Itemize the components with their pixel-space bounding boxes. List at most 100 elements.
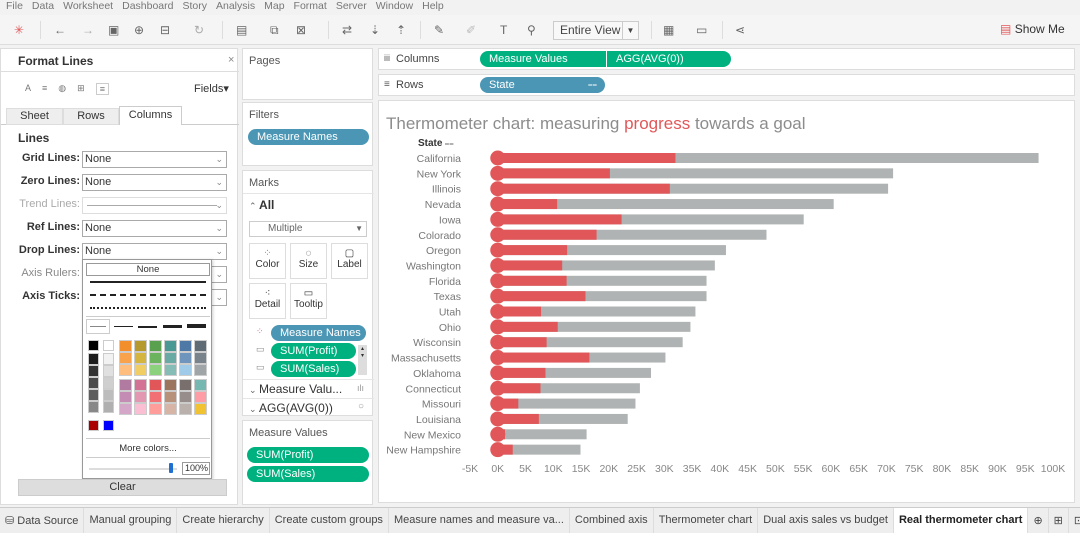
refresh-icon[interactable]: ↻: [194, 23, 204, 37]
more-colors-link[interactable]: More colors...: [83, 443, 213, 454]
color-swatch[interactable]: [103, 340, 114, 351]
bulb-circle[interactable]: [490, 227, 506, 243]
menu-server[interactable]: Server: [336, 0, 367, 13]
new-worksheet-icon[interactable]: ▤: [236, 23, 247, 37]
tableau-logo-icon[interactable]: ✳: [14, 23, 24, 37]
sheet-tab[interactable]: Create hierarchy: [177, 508, 270, 533]
color-swatch[interactable]: [194, 352, 207, 364]
tooltip-card[interactable]: ▭ Tooltip: [290, 283, 327, 319]
color-swatch[interactable]: [179, 403, 192, 415]
color-swatch[interactable]: [134, 403, 147, 415]
sheet-tab[interactable]: Dual axis sales vs budget: [758, 508, 894, 533]
measure-values-pill-profit[interactable]: SUM(Profit): [247, 447, 369, 463]
color-swatch[interactable]: [194, 364, 207, 376]
new-dashboard-icon[interactable]: ⊞: [1049, 508, 1069, 533]
color-swatch[interactable]: [134, 352, 147, 364]
color-swatch[interactable]: [103, 389, 114, 401]
marks-all-toggle[interactable]: ⌃ All: [249, 198, 274, 212]
color-swatch[interactable]: [103, 401, 114, 413]
borders-icon[interactable]: ⊞: [77, 83, 85, 95]
profit-bar[interactable]: [497, 245, 568, 256]
font-icon[interactable]: A: [25, 83, 31, 95]
color-swatch[interactable]: [134, 391, 147, 403]
filter-pill-measure-names[interactable]: Measure Names: [248, 129, 369, 145]
color-palette[interactable]: [83, 260, 213, 431]
clear-sheet-icon[interactable]: ⊠: [296, 23, 306, 37]
profit-bar[interactable]: [497, 214, 622, 225]
sales-bar[interactable]: [497, 429, 587, 440]
filters-shelf[interactable]: Filters Measure Names: [242, 102, 373, 166]
color-swatch[interactable]: [179, 379, 192, 391]
bulb-circle[interactable]: [490, 350, 506, 366]
color-swatch[interactable]: [149, 379, 162, 391]
profit-bar[interactable]: [497, 183, 670, 194]
sheet-tab[interactable]: Create custom groups: [270, 508, 389, 533]
columns-pill-agg-avg[interactable]: AGG(AVG(0)): [607, 51, 731, 67]
marks-section-measure-values[interactable]: ⌄ Measure Valu...: [249, 382, 342, 396]
color-swatch[interactable]: [164, 364, 177, 376]
bulb-circle[interactable]: [490, 426, 506, 442]
color-swatch[interactable]: [103, 377, 114, 389]
tab-data-source[interactable]: ⛁ Data Source: [0, 508, 85, 533]
scrollbar[interactable]: ▴ ▾: [358, 345, 367, 375]
opacity-slider[interactable]: [89, 468, 177, 470]
menu-format[interactable]: Format: [294, 0, 327, 13]
menu-worksheet[interactable]: Worksheet: [63, 0, 113, 13]
sheet-tab[interactable]: Manual grouping: [84, 508, 178, 533]
color-swatch[interactable]: [194, 340, 207, 352]
menu-dashboard[interactable]: Dashboard: [122, 0, 173, 13]
color-swatch[interactable]: [194, 379, 207, 391]
redo-icon[interactable]: →: [82, 23, 94, 37]
menu-analysis[interactable]: Analysis: [216, 0, 255, 13]
color-swatch[interactable]: [149, 340, 162, 352]
color-swatch[interactable]: [179, 340, 192, 352]
bulb-circle[interactable]: [490, 196, 506, 212]
bulb-circle[interactable]: [490, 380, 506, 396]
color-swatch[interactable]: [179, 391, 192, 403]
color-swatch[interactable]: [119, 379, 132, 391]
tab-columns[interactable]: Columns: [119, 106, 182, 125]
bulb-circle[interactable]: [490, 365, 506, 381]
undo-icon[interactable]: ←: [54, 23, 66, 37]
grid-lines-select[interactable]: None ⌄: [82, 151, 227, 168]
bulb-circle[interactable]: [490, 165, 506, 181]
sheet-tab-active[interactable]: Real thermometer chart: [893, 508, 1029, 533]
color-swatch[interactable]: [119, 352, 132, 364]
bulb-circle[interactable]: [490, 273, 506, 289]
mark-type-select[interactable]: Multiple ▼: [249, 221, 367, 237]
save-icon[interactable]: ▣: [108, 23, 119, 37]
profit-bar[interactable]: [497, 199, 558, 210]
profit-bar[interactable]: [497, 321, 558, 332]
color-swatch[interactable]: [103, 353, 114, 365]
profit-bar[interactable]: [497, 229, 597, 240]
share-icon[interactable]: ⋖: [735, 23, 745, 37]
color-swatch[interactable]: [88, 420, 99, 431]
color-swatch[interactable]: [149, 352, 162, 364]
measure-values-pill-sales[interactable]: SUM(Sales): [247, 466, 369, 482]
color-swatch[interactable]: [149, 364, 162, 376]
color-swatch[interactable]: [119, 340, 132, 352]
marks-pill-sum-sales[interactable]: SUM(Sales): [271, 361, 356, 377]
bulb-circle[interactable]: [490, 334, 506, 350]
bulb-circle[interactable]: [490, 442, 506, 458]
clear-button[interactable]: Clear: [18, 479, 227, 496]
drop-lines-select[interactable]: None ⌄: [82, 243, 227, 260]
color-swatch[interactable]: [88, 365, 99, 377]
thermometer-chart[interactable]: California New York Illinois Nevada Iowa Colo…: [379, 101, 1076, 504]
bulb-circle[interactable]: [490, 242, 506, 258]
label-card[interactable]: ▢ Label: [331, 243, 368, 279]
menu-help[interactable]: Help: [422, 0, 444, 13]
rows-pill-state[interactable]: State ⩵: [480, 77, 605, 93]
rows-shelf[interactable]: ≡ Rows State ⩵: [378, 74, 1075, 96]
profit-bar[interactable]: [497, 168, 610, 179]
highlight-icon[interactable]: ✎: [434, 23, 444, 37]
shading-icon[interactable]: ◍: [58, 83, 66, 95]
marks-section-agg-avg[interactable]: ⌄ AGG(AVG(0)): [249, 401, 333, 415]
bulb-circle[interactable]: [490, 257, 506, 273]
profit-bar[interactable]: [497, 153, 676, 163]
marks-pill-sum-profit[interactable]: SUM(Profit): [271, 343, 356, 359]
zero-lines-select[interactable]: None ⌄: [82, 174, 227, 191]
sales-bar[interactable]: [497, 398, 636, 409]
menu-story[interactable]: Story: [182, 0, 207, 13]
color-swatch[interactable]: [103, 420, 114, 431]
